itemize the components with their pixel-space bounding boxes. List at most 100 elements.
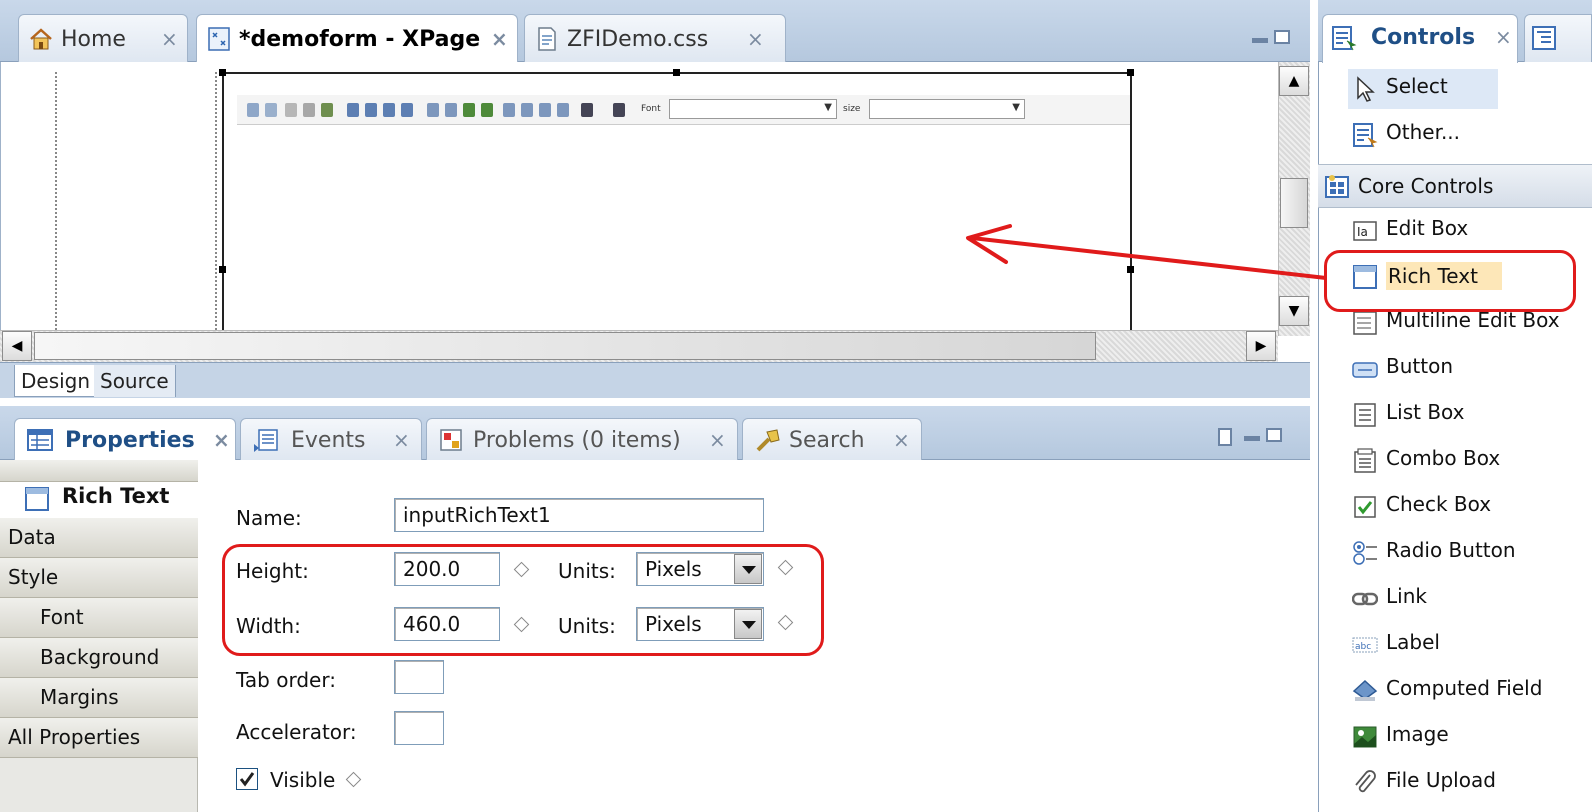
close-icon[interactable]: × (1495, 25, 1512, 49)
tab-source[interactable]: Source (94, 365, 176, 397)
palette-item-label: Radio Button (1386, 538, 1516, 562)
close-icon[interactable]: × (709, 419, 726, 461)
maximize-button[interactable] (1274, 30, 1290, 44)
tab-demoform-xpage[interactable]: *demoform - XPage × (196, 14, 518, 63)
palette-item-label-control[interactable]: abc Label (1318, 622, 1592, 668)
resize-handle[interactable] (673, 69, 680, 76)
palette-item-select[interactable]: Select (1318, 66, 1592, 112)
scroll-up-button[interactable]: ▲ (1279, 66, 1309, 96)
scroll-thumb[interactable] (1280, 178, 1308, 228)
tab-label: ZFIDemo.css (567, 27, 709, 52)
palette-item-button[interactable]: Button (1318, 346, 1592, 392)
palette-item-radio-button[interactable]: Radio Button (1318, 530, 1592, 576)
visible-checkbox[interactable] (236, 768, 258, 790)
label-icon: abc (1352, 637, 1378, 653)
palette-item-combo-box[interactable]: Combo Box (1318, 438, 1592, 484)
bullet-list-icon[interactable] (445, 103, 457, 117)
strikethrough-icon[interactable] (401, 103, 413, 117)
scroll-thumb[interactable] (34, 332, 1096, 360)
tab-order-input[interactable] (394, 660, 444, 694)
nav-all-properties[interactable]: All Properties (0, 718, 198, 758)
close-icon[interactable]: × (491, 15, 508, 63)
tab-label: Properties (65, 428, 195, 453)
palette-item-computed-field[interactable]: Computed Field (1318, 668, 1592, 714)
palette-item-edit-box[interactable]: Ia Edit Box (1318, 208, 1592, 254)
resize-handle[interactable] (219, 69, 226, 76)
file-upload-icon (1355, 770, 1376, 793)
text-color-icon[interactable] (581, 103, 593, 117)
tab-events[interactable]: Events × (240, 418, 422, 460)
minimize-button[interactable] (1244, 436, 1260, 441)
copy-icon[interactable] (303, 103, 315, 117)
tab-outline[interactable] (1524, 14, 1592, 62)
close-icon[interactable]: × (213, 419, 230, 461)
accelerator-input[interactable] (394, 711, 444, 745)
nav-background[interactable]: Background (0, 638, 198, 678)
tab-problems[interactable]: Problems (0 items) × (426, 418, 738, 460)
visible-label: Visible (270, 768, 336, 792)
scroll-left-button[interactable]: ◀ (2, 331, 32, 361)
horizontal-scrollbar[interactable]: ◀ ▶ (0, 330, 1278, 362)
highlight-icon[interactable] (613, 103, 625, 117)
palette-item-file-upload[interactable]: File Upload (1318, 760, 1592, 806)
palette-item-link[interactable]: Link (1318, 576, 1592, 622)
nav-header: Rich Text (0, 482, 198, 518)
palette-item-check-box[interactable]: Check Box (1318, 484, 1592, 530)
tab-controls[interactable]: Controls × (1322, 14, 1518, 63)
size-select[interactable]: ▼ (869, 99, 1025, 119)
nav-style[interactable]: Style (0, 558, 198, 598)
cut-icon[interactable] (285, 103, 297, 117)
redo-icon[interactable] (265, 103, 277, 117)
nav-data[interactable]: Data (0, 518, 198, 558)
annotation-highlight-box (1324, 250, 1576, 312)
scroll-down-button[interactable]: ▼ (1279, 296, 1309, 326)
name-input[interactable]: inputRichText1 (394, 498, 764, 532)
resize-handle[interactable] (1127, 266, 1134, 273)
close-icon[interactable]: × (161, 15, 178, 63)
italic-icon[interactable] (365, 103, 377, 117)
nav-font[interactable]: Font (0, 598, 198, 638)
maximize-button[interactable] (1266, 428, 1282, 442)
palette-item-label: Check Box (1386, 492, 1492, 516)
pin-icon[interactable] (1218, 428, 1232, 446)
palette-item-image[interactable]: Image (1318, 714, 1592, 760)
vertical-scrollbar[interactable]: ▲ ▼ (1278, 62, 1310, 336)
search-icon (756, 429, 780, 452)
palette-item-label: List Box (1386, 400, 1465, 424)
align-left-icon[interactable] (503, 103, 515, 117)
tab-zfidemo-css[interactable]: ZFIDemo.css × (524, 14, 786, 62)
indent-icon[interactable] (463, 103, 475, 117)
scroll-right-button[interactable]: ▶ (1246, 331, 1276, 361)
font-select[interactable]: ▼ (669, 99, 837, 119)
resize-handle[interactable] (1127, 69, 1134, 76)
tab-search[interactable]: Search × (742, 418, 922, 460)
minimize-button[interactable] (1252, 38, 1268, 43)
tab-design[interactable]: Design (14, 365, 98, 397)
nav-margins[interactable]: Margins (0, 678, 198, 718)
drawer-label: Core Controls (1358, 174, 1494, 198)
close-icon[interactable]: × (393, 419, 410, 461)
core-controls-drawer-header[interactable]: Core Controls (1318, 164, 1592, 208)
paste-icon[interactable] (321, 103, 333, 117)
numbered-list-icon[interactable] (427, 103, 439, 117)
outdent-icon[interactable] (481, 103, 493, 117)
size-label: size (843, 104, 861, 114)
justify-icon[interactable] (557, 103, 569, 117)
tab-home[interactable]: Home × (18, 14, 188, 62)
design-source-tabs: Design Source (0, 362, 1310, 398)
bold-icon[interactable] (347, 103, 359, 117)
underline-icon[interactable] (383, 103, 395, 117)
palette-item-list-box[interactable]: List Box (1318, 392, 1592, 438)
undo-icon[interactable] (247, 103, 259, 117)
palette-item-label: Edit Box (1386, 216, 1469, 240)
close-icon[interactable]: × (893, 419, 910, 461)
align-right-icon[interactable] (539, 103, 551, 117)
resize-handle[interactable] (219, 266, 226, 273)
palette-item-label: Image (1386, 722, 1449, 746)
close-icon[interactable]: × (747, 15, 764, 63)
rich-text-toolbar: Font ▼ size ▼ (237, 95, 1130, 125)
multiline-edit-box-icon (1353, 311, 1377, 335)
tab-properties[interactable]: Properties × (14, 418, 236, 461)
palette-item-other[interactable]: Other... (1318, 112, 1592, 158)
align-center-icon[interactable] (521, 103, 533, 117)
